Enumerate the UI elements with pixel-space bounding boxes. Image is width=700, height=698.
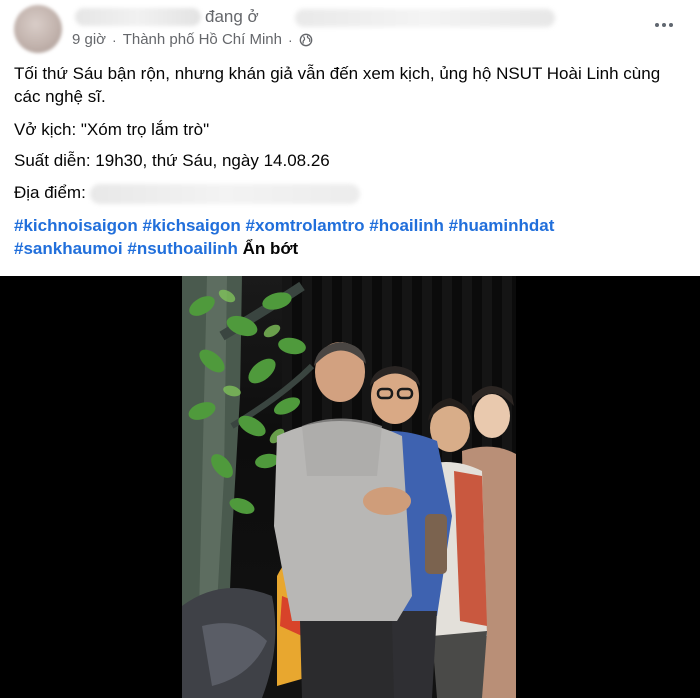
- blurred-checkin-place: [295, 9, 555, 27]
- hashtag-link[interactable]: #kichnoisaigon: [14, 216, 138, 235]
- hashtag-list: #kichnoisaigon #kichsaigon #xomtrolamtro…: [14, 214, 686, 260]
- see-less-button[interactable]: Ẩn bớt: [243, 239, 299, 258]
- hashtag-link[interactable]: #nsuthoailinh: [127, 239, 238, 258]
- post-time[interactable]: 9 giờ: [72, 31, 106, 48]
- hashtag-link[interactable]: #sankhaumoi: [14, 239, 123, 258]
- hashtag-link[interactable]: #hoailinh: [369, 216, 444, 235]
- more-options-button[interactable]: [648, 14, 680, 36]
- facebook-post: đang ở 9 giờ · Thành phố Hồ Chí Minh · T…: [0, 0, 700, 698]
- hashtag-link[interactable]: #huaminhdat: [449, 216, 555, 235]
- post-paragraph-1: Tối thứ Sáu bận rộn, nhưng khán giả vẫn …: [14, 64, 661, 106]
- globe-icon[interactable]: [299, 33, 313, 47]
- hashtag-link[interactable]: #kichsaigon: [142, 216, 240, 235]
- meta-separator-2: ·: [287, 31, 293, 48]
- blurred-author-name: [75, 8, 201, 26]
- post-location[interactable]: Thành phố Hồ Chí Minh: [123, 31, 282, 48]
- meta-separator: ·: [112, 31, 117, 48]
- stage-scene-illustration: [182, 276, 516, 698]
- post-paragraph-3: Suất diễn: 19h30, thứ Sáu, ngày 14.08.26: [14, 151, 330, 170]
- hashtag-link[interactable]: #xomtrolamtro: [245, 216, 364, 235]
- stage-photo: [182, 276, 516, 698]
- post-paragraph-2: Vở kịch: "Xóm trọ lắm trò": [14, 120, 210, 139]
- blurred-location: [89, 183, 360, 204]
- checkin-text: đang ở: [205, 7, 259, 26]
- more-horizontal-icon: [655, 23, 659, 27]
- location-label: Địa điểm:: [14, 183, 86, 202]
- post-photo[interactable]: [0, 276, 700, 698]
- post-paragraph-4: Địa điểm:: [14, 181, 360, 204]
- post-meta: 9 giờ · Thành phố Hồ Chí Minh ·: [72, 31, 313, 48]
- avatar[interactable]: [14, 5, 62, 53]
- post-header: đang ở 9 giờ · Thành phố Hồ Chí Minh ·: [0, 0, 700, 58]
